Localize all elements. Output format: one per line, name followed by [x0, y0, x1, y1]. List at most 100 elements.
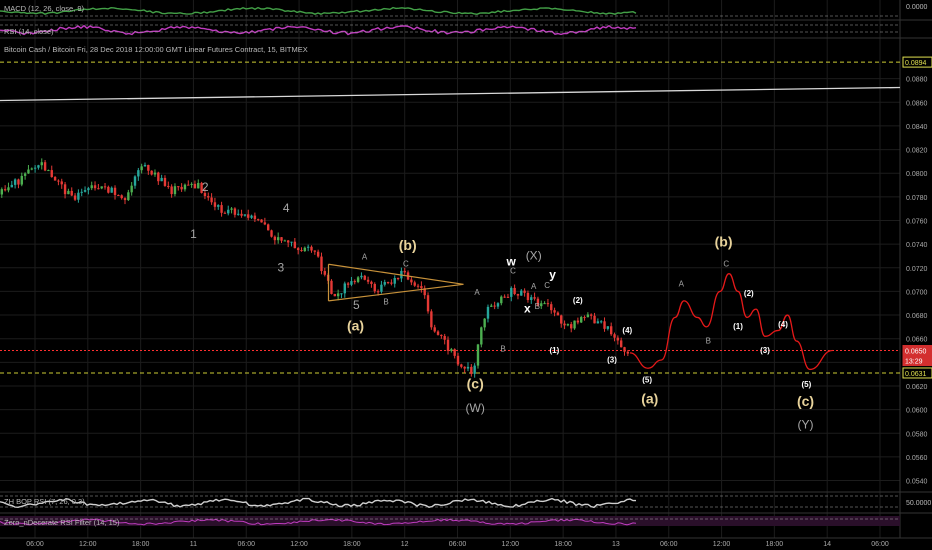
candle-body — [293, 241, 297, 249]
candle-body — [346, 283, 350, 285]
candle-body — [233, 208, 237, 215]
symbol-label[interactable]: Bitcoin Cash / Bitcoin Fri, 28 Dec 2018 … — [4, 45, 308, 54]
candle-body — [140, 166, 143, 171]
candle-body — [523, 290, 526, 293]
wave-label: (2) — [744, 289, 754, 298]
price-tick-label: 0.0540 — [906, 479, 928, 486]
candle-body — [30, 168, 33, 170]
candle-body — [490, 305, 493, 307]
candle-body — [550, 304, 553, 311]
candle-body — [373, 283, 376, 292]
candle-body — [90, 185, 93, 189]
candle-body — [240, 213, 243, 216]
candle-body — [87, 188, 90, 191]
candle-body — [483, 318, 486, 328]
candle-body — [57, 180, 60, 182]
candle-body — [286, 240, 290, 243]
time-tick-label: 18:00 — [554, 541, 572, 548]
price-tick-label: 0.0820 — [906, 148, 928, 155]
candle-body — [197, 182, 200, 189]
time-tick-label: 06:00 — [237, 541, 255, 548]
wave-label: (5) — [642, 375, 652, 384]
candle-body — [230, 208, 233, 210]
wave-label: (W) — [466, 401, 485, 415]
wave-label: B — [706, 336, 711, 345]
candle-body — [486, 306, 490, 319]
candle-body — [147, 164, 150, 171]
candle-body — [163, 177, 167, 186]
candle-body — [173, 186, 177, 195]
candle-body — [356, 277, 360, 282]
candle-body — [619, 340, 623, 348]
macd-axis-value: 0.0000 — [906, 4, 928, 11]
candle-body — [100, 186, 103, 189]
candle-body — [460, 364, 463, 367]
candle-body — [609, 326, 613, 335]
wave-label: (2) — [573, 296, 583, 305]
candle-body — [520, 290, 523, 296]
candle-body — [466, 366, 470, 369]
candle-body — [107, 186, 110, 193]
price-tick-label: 0.0620 — [906, 384, 928, 391]
rsi-label[interactable]: RSI (14, close) — [4, 27, 54, 36]
wave-label: (5) — [802, 380, 812, 389]
candle-body — [217, 205, 220, 207]
time-tick-label: 12:00 — [713, 541, 731, 548]
candle-body — [426, 295, 430, 312]
candle-body — [223, 212, 227, 214]
candle-body — [23, 173, 27, 176]
candle-body — [273, 236, 277, 241]
wave-label: (4) — [778, 320, 788, 329]
candle-body — [267, 224, 270, 231]
candle-body — [40, 162, 43, 166]
candle-body — [130, 185, 133, 193]
macd-label[interactable]: MACD (12, 26, close, 9) — [4, 4, 84, 13]
wave-label: B — [535, 302, 540, 311]
bop-rsi-label[interactable]: ZH BOP RSI (7, 26, 0.3) — [4, 497, 85, 506]
wave-label: 4 — [283, 201, 290, 215]
candle-body — [10, 184, 13, 188]
candle-body — [433, 327, 436, 332]
candle-body — [370, 281, 373, 284]
candle-body — [453, 349, 456, 356]
candle-body — [300, 250, 303, 252]
candle-body — [553, 310, 556, 313]
price-tick-label: 0.0660 — [906, 337, 928, 344]
candle-body — [160, 177, 163, 182]
time-tick-label: 14 — [823, 541, 831, 548]
wave-label: (X) — [526, 248, 542, 262]
candle-body — [120, 195, 123, 199]
candle-body — [476, 344, 480, 366]
candle-body — [97, 188, 100, 190]
price-badge-label: 0.0631 — [905, 371, 927, 378]
candle-body — [583, 317, 586, 319]
chart-canvas[interactable]: 21435(a)(b)ACB(c)(W)w (X)yxABCABC(2)(1)(4… — [0, 0, 932, 550]
candle-body — [350, 281, 353, 285]
candle-body — [506, 296, 510, 298]
candle-body — [183, 184, 187, 190]
candle-body — [500, 296, 503, 304]
wave-label: x — [524, 302, 531, 316]
zero-rsi-label[interactable]: Zero_nDecerate RSI Filter (14, 15) — [4, 518, 119, 527]
candle-body — [303, 247, 307, 252]
candle-body — [316, 251, 320, 257]
candle-body — [77, 192, 80, 200]
candle-body — [560, 315, 563, 324]
candle-body — [67, 190, 70, 195]
candle-body — [436, 331, 440, 335]
candle-body — [446, 339, 450, 351]
wave-label: (a) — [347, 317, 364, 333]
wave-label: (4) — [622, 326, 632, 335]
time-tick-label: 18:00 — [343, 541, 361, 548]
candle-body — [0, 189, 4, 195]
candle-body — [237, 213, 240, 215]
candle-body — [556, 312, 560, 316]
candle-body — [180, 186, 183, 190]
chart-background — [0, 0, 932, 550]
candle-body — [167, 185, 170, 187]
wave-label: A — [531, 282, 537, 291]
wave-label: (c) — [797, 393, 814, 409]
candle-body — [7, 187, 10, 191]
candle-body — [227, 209, 230, 214]
candle-body — [353, 281, 356, 283]
